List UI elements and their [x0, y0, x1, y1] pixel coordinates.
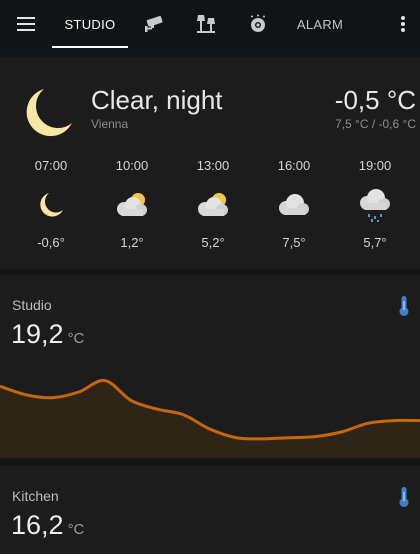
cctv-camera-icon	[145, 16, 163, 32]
sensor-value: 19,2	[11, 319, 64, 349]
weather-card[interactable]: Clear, night Vienna -0,5 °C 7,5 °C / -0,…	[0, 57, 420, 269]
hamburger-icon	[17, 17, 35, 31]
robot-vacuum-icon	[251, 14, 265, 32]
thermometer-icon	[399, 487, 409, 507]
forecast-item: 16:00 7,5°	[254, 157, 334, 250]
more-options-button[interactable]	[386, 0, 420, 48]
sensor-value-row: 19,2 °C	[11, 319, 84, 350]
forecast-temp: 5,7°	[363, 235, 387, 250]
sensor-unit: °C	[67, 330, 85, 347]
tab-studio-label: STUDIO	[64, 16, 116, 32]
temperature-range: 7,5 °C / -0,6 °C	[335, 117, 416, 131]
moon-icon	[40, 193, 63, 217]
tab-camera[interactable]	[128, 0, 180, 48]
kitchen-sensor-card[interactable]: Kitchen 16,2 °C	[0, 466, 420, 554]
menu-button[interactable]	[0, 0, 52, 48]
weather-condition: Clear, night	[91, 85, 223, 115]
forecast-time: 16:00	[277, 158, 311, 173]
sensor-value-row: 16,2 °C	[11, 510, 84, 541]
moon-icon	[26, 89, 72, 137]
tab-alarm[interactable]: ALARM	[284, 0, 356, 48]
forecast-time: 10:00	[115, 158, 149, 173]
cloudy-icon	[279, 194, 309, 215]
tab-alarm-label: ALARM	[296, 16, 344, 32]
top-app-bar: STUDIO ALARM	[0, 0, 420, 48]
sensor-name: Studio	[12, 297, 52, 313]
forecast-time: 19:00	[358, 158, 392, 173]
forecast-temp: -0,6°	[37, 235, 65, 250]
forecast-temp: 7,5°	[282, 235, 306, 250]
rainy-icon	[360, 189, 390, 222]
forecast-temp: 1,2°	[120, 235, 144, 250]
partly-cloudy-icon	[117, 193, 147, 216]
temperature-history-graph	[0, 379, 420, 458]
current-temperature: -0,5 °C	[334, 85, 416, 115]
forecast-item: 13:00 5,2°	[173, 157, 253, 250]
sensor-value: 16,2	[11, 510, 64, 540]
dots-vertical-icon	[401, 16, 405, 32]
thermometer-icon	[399, 296, 409, 316]
sensor-unit: °C	[67, 521, 85, 538]
forecast-item: 10:00 1,2°	[92, 157, 172, 250]
tab-studio[interactable]: STUDIO	[52, 0, 128, 48]
forecast-time: 07:00	[34, 158, 68, 173]
forecast-item: 19:00 5,7°	[335, 157, 415, 250]
hourly-forecast: 07:00 -0,6° 10:00 1,2° 13:00 5,2° 16:00 …	[0, 157, 420, 257]
forecast-temp: 5,2°	[201, 235, 225, 250]
history-area	[0, 380, 420, 458]
floor-lamp-icon	[197, 15, 215, 33]
forecast-time: 13:00	[196, 158, 230, 173]
weather-location: Vienna	[91, 117, 129, 131]
sensor-name: Kitchen	[12, 488, 59, 504]
studio-sensor-card[interactable]: Studio 19,2 °C	[0, 275, 420, 458]
partly-cloudy-icon	[198, 193, 228, 216]
tab-vacuum[interactable]	[232, 0, 284, 48]
forecast-item: 07:00 -0,6°	[11, 157, 91, 250]
tab-lamp[interactable]	[180, 0, 232, 48]
